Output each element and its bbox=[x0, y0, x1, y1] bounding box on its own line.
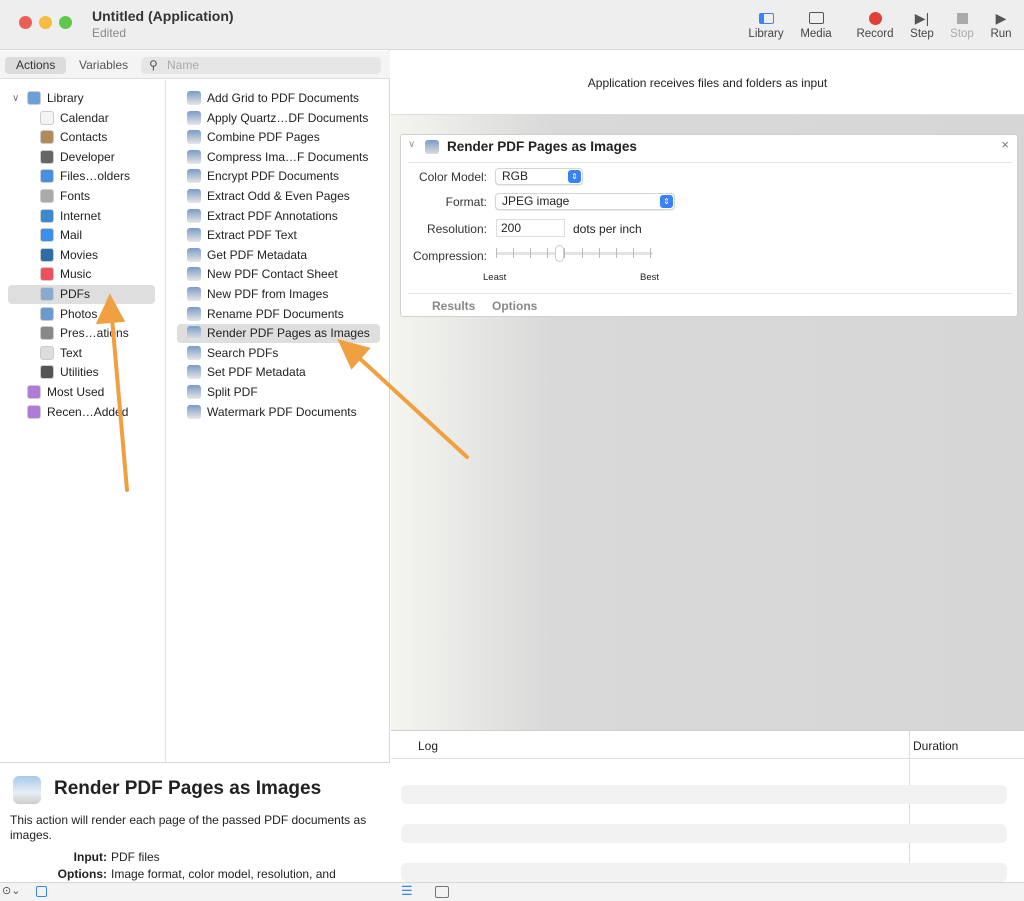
arrow-head bbox=[95, 293, 126, 325]
arrow-to-pdfs bbox=[110, 316, 129, 492]
annotation-arrows bbox=[95, 293, 469, 492]
arrow-to-render-action bbox=[354, 353, 469, 459]
